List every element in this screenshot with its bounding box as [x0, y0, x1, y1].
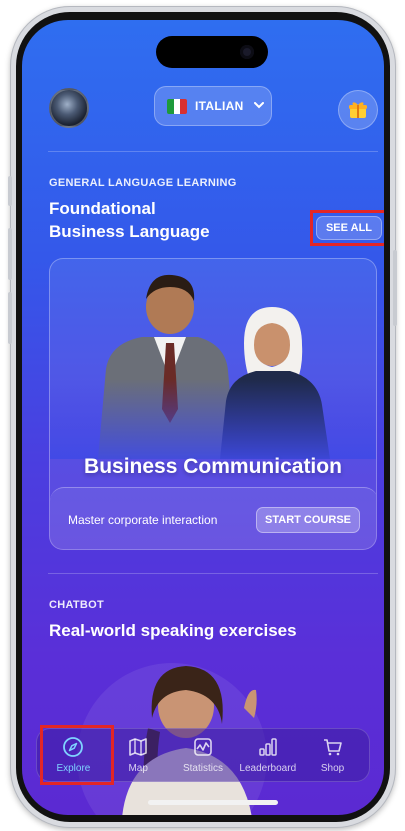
course-title: Business Communication — [84, 455, 342, 478]
nav-explore-label: Explore — [56, 763, 91, 774]
course-description: Master corporate interaction — [68, 512, 218, 527]
leaderboard-icon — [257, 736, 279, 758]
featured-title-line1: Foundational — [49, 199, 156, 218]
camera-icon — [240, 45, 254, 59]
gift-icon — [349, 102, 367, 118]
nav-statistics-label: Statistics — [182, 763, 223, 774]
chevron-down-icon — [253, 101, 264, 112]
course-card-footer: Master corporate interaction START COURS… — [50, 487, 376, 549]
language-label: ITALIAN — [195, 99, 244, 113]
flag-stripe — [167, 98, 174, 114]
chatbot-category-label: CHATBOT — [49, 599, 105, 611]
see-all-highlight: SEE ALL — [310, 210, 384, 246]
cart-icon — [322, 736, 344, 758]
see-all-button[interactable]: SEE ALL — [316, 216, 382, 240]
map-icon — [127, 736, 149, 758]
chatbot-title: Real-world speaking exercises — [49, 621, 297, 640]
avatar[interactable] — [49, 88, 89, 128]
bottom-nav-bar: Explore Map Statistics Leaderboard Shop — [36, 728, 370, 782]
nav-statistics[interactable]: Statistics — [172, 736, 234, 774]
dynamic-island — [156, 36, 268, 68]
flag-stripe — [173, 98, 181, 114]
featured-category-label: GENERAL LANGUAGE LEARNING — [49, 177, 237, 189]
featured-title-line2: Business Language — [49, 222, 210, 241]
section-divider — [48, 573, 378, 574]
home-indicator[interactable] — [148, 800, 278, 805]
nav-map-label: Map — [128, 763, 148, 774]
header-divider — [48, 151, 378, 152]
power-button — [393, 250, 397, 326]
volume-up-button — [8, 228, 12, 280]
mute-switch — [8, 176, 12, 206]
compass-icon — [62, 736, 84, 758]
nav-leaderboard[interactable]: Leaderboard — [237, 736, 299, 774]
gift-button[interactable] — [338, 90, 378, 130]
nav-map[interactable]: Map — [107, 736, 169, 774]
flag-stripe — [180, 98, 187, 114]
nav-shop[interactable]: Shop — [302, 736, 364, 774]
course-card-image — [50, 259, 376, 459]
language-selector[interactable]: ITALIAN — [154, 86, 272, 126]
nav-shop-label: Shop — [320, 763, 345, 774]
start-course-button[interactable]: START COURSE — [256, 506, 360, 533]
italy-flag-icon — [167, 98, 187, 114]
app-screen: ITALIAN GENERAL LANGUAGE LEARNING Founda… — [22, 20, 384, 815]
statistics-icon — [192, 736, 214, 758]
nav-explore[interactable]: Explore — [42, 736, 104, 774]
volume-down-button — [8, 292, 12, 344]
nav-leaderboard-label: Leaderboard — [239, 763, 297, 774]
course-card[interactable]: Business Communication Master corporate … — [49, 258, 377, 550]
